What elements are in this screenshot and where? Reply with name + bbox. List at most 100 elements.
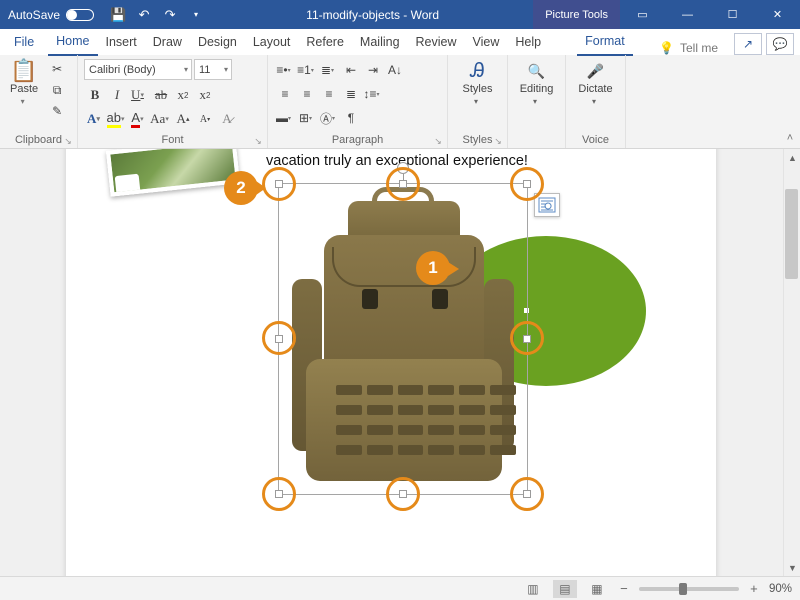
show-hide-button[interactable]: ¶ [340,107,362,129]
print-layout-icon: ▤ [559,582,570,596]
align-center-button[interactable]: ≡ [296,83,318,105]
subscript-button[interactable]: x2 [172,84,194,106]
print-layout-button[interactable]: ▤ [553,580,577,598]
photo-image[interactable] [106,149,240,197]
tab-file[interactable]: File [0,30,48,55]
share-button[interactable]: ↗ [734,33,762,55]
paragraph-group-label: Paragraph [332,134,383,146]
clear-formatting-button[interactable]: A̷ [216,108,238,130]
highlight-button[interactable]: ab▾ [106,108,128,130]
zoom-in-button[interactable]: + [747,581,761,596]
web-layout-button[interactable]: ▦ [585,580,609,598]
tab-home[interactable]: Home [48,29,97,56]
strikethrough-button[interactable]: ab [150,84,172,106]
styles-button[interactable]: Ꭿ Styles ▾ [457,59,499,108]
maximize-button[interactable]: ☐ [710,0,755,29]
title-bar: AutoSave 💾 ↶ ↷ ▾ 11-modify-objects - Wor… [0,0,800,29]
editing-button[interactable]: 🔍 Editing ▾ [514,59,560,108]
zoom-level[interactable]: 90% [769,583,792,595]
font-name-value: Calibri (Body) [89,64,156,76]
font-name-select[interactable]: Calibri (Body)▾ [84,59,192,80]
autosave-toggle-icon[interactable] [66,9,94,21]
tab-insert[interactable]: Insert [98,30,145,55]
shrink-font-button[interactable]: A▾ [194,108,216,130]
minimize-button[interactable]: — [665,0,710,29]
window-controls: ▭ — ☐ ✕ [620,0,800,29]
scroll-thumb[interactable] [785,189,798,279]
editing-label: Editing [520,83,554,95]
find-icon: 🔍 [527,61,547,81]
paste-button[interactable]: 📋 Paste ▾ [6,59,42,108]
paragraph-dialog-launcher[interactable]: ↘ [433,136,443,146]
tab-view[interactable]: View [465,30,508,55]
tab-layout[interactable]: Layout [245,30,299,55]
ribbon-display-options-icon[interactable]: ▭ [620,0,665,29]
font-dialog-launcher[interactable]: ↘ [253,136,263,146]
justify-button[interactable]: ≣ [340,83,362,105]
web-layout-icon: ▦ [591,582,602,596]
bullets-button[interactable]: ≡•▾ [274,59,296,81]
italic-button[interactable]: I [106,84,128,106]
tab-references[interactable]: Refere [298,30,352,55]
comments-button[interactable]: 💬 [766,33,794,55]
lightbulb-icon: 💡 [659,41,674,55]
font-size-select[interactable]: 11 ▾ [194,59,232,80]
chevron-up-icon: ˄ [787,132,793,144]
asian-layout-button[interactable]: Ⓐ▾ [318,107,340,129]
shading-button[interactable]: ▬▾ [274,107,296,129]
font-color-button[interactable]: A▾ [128,108,150,130]
scroll-up-button[interactable]: ▲ [784,149,800,166]
grow-font-button[interactable]: A▴ [172,108,194,130]
callout-ring [510,321,544,355]
collapse-ribbon-button[interactable]: ˄ [780,55,800,148]
tell-me-search[interactable]: 💡 Tell me [649,41,728,55]
zoom-out-button[interactable]: − [617,581,631,596]
numbering-button[interactable]: ≡1▾ [296,59,318,81]
tab-mailings[interactable]: Mailing [352,30,408,55]
undo-icon[interactable]: ↶ [132,3,156,27]
tab-draw[interactable]: Draw [145,30,190,55]
align-left-button[interactable]: ≡ [274,83,296,105]
chevron-down-icon: ▾ [224,65,231,74]
clipboard-dialog-launcher[interactable]: ↘ [63,136,73,146]
status-bar: ▥ ▤ ▦ − + 90% [0,576,800,600]
qat-customize-icon[interactable]: ▾ [184,3,208,27]
align-right-button[interactable]: ≡ [318,83,340,105]
callout-ring [262,477,296,511]
scroll-down-button[interactable]: ▼ [784,559,800,576]
zoom-slider[interactable] [639,587,739,591]
format-painter-button[interactable]: ✎ [46,101,68,121]
document-page[interactable]: vacation truly an exceptional experience… [66,149,716,576]
tab-review[interactable]: Review [408,30,465,55]
decrease-indent-button[interactable]: ⇤ [340,59,362,81]
increase-indent-button[interactable]: ⇥ [362,59,384,81]
tab-help[interactable]: Help [507,30,549,55]
copy-button[interactable]: ⧉ [46,80,68,100]
chevron-down-icon: ▾ [474,97,481,106]
document-area: vacation truly an exceptional experience… [0,149,800,576]
read-mode-button[interactable]: ▥ [521,580,545,598]
line-spacing-button[interactable]: ↕≡▾ [362,83,384,105]
save-icon[interactable]: 💾 [106,3,130,27]
close-button[interactable]: ✕ [755,0,800,29]
borders-button[interactable]: ⊞▾ [296,107,318,129]
superscript-button[interactable]: x2 [194,84,216,106]
document-title: 11-modify-objects - Word [212,8,533,22]
text-effects-button[interactable]: A▾ [84,108,106,130]
dictate-button[interactable]: 🎤 Dictate ▾ [572,59,618,108]
autosave-control[interactable]: AutoSave [0,8,102,22]
bold-button[interactable]: B [84,84,106,106]
vertical-scrollbar[interactable]: ▲ ▼ [783,149,800,576]
underline-button[interactable]: U▾ [128,84,150,106]
tab-design[interactable]: Design [190,30,245,55]
tab-format[interactable]: Format [577,29,633,56]
redo-icon[interactable]: ↷ [158,3,182,27]
styles-dialog-launcher[interactable]: ↘ [493,136,503,146]
multilevel-list-button[interactable]: ≣▾ [318,59,340,81]
font-size-value: 11 [199,64,210,76]
group-editing: 🔍 Editing ▾ [508,55,566,148]
sort-button[interactable]: A↓ [384,59,406,81]
callout-ring [386,477,420,511]
cut-button[interactable]: ✂ [46,59,68,79]
change-case-button[interactable]: Aa▾ [150,108,172,130]
